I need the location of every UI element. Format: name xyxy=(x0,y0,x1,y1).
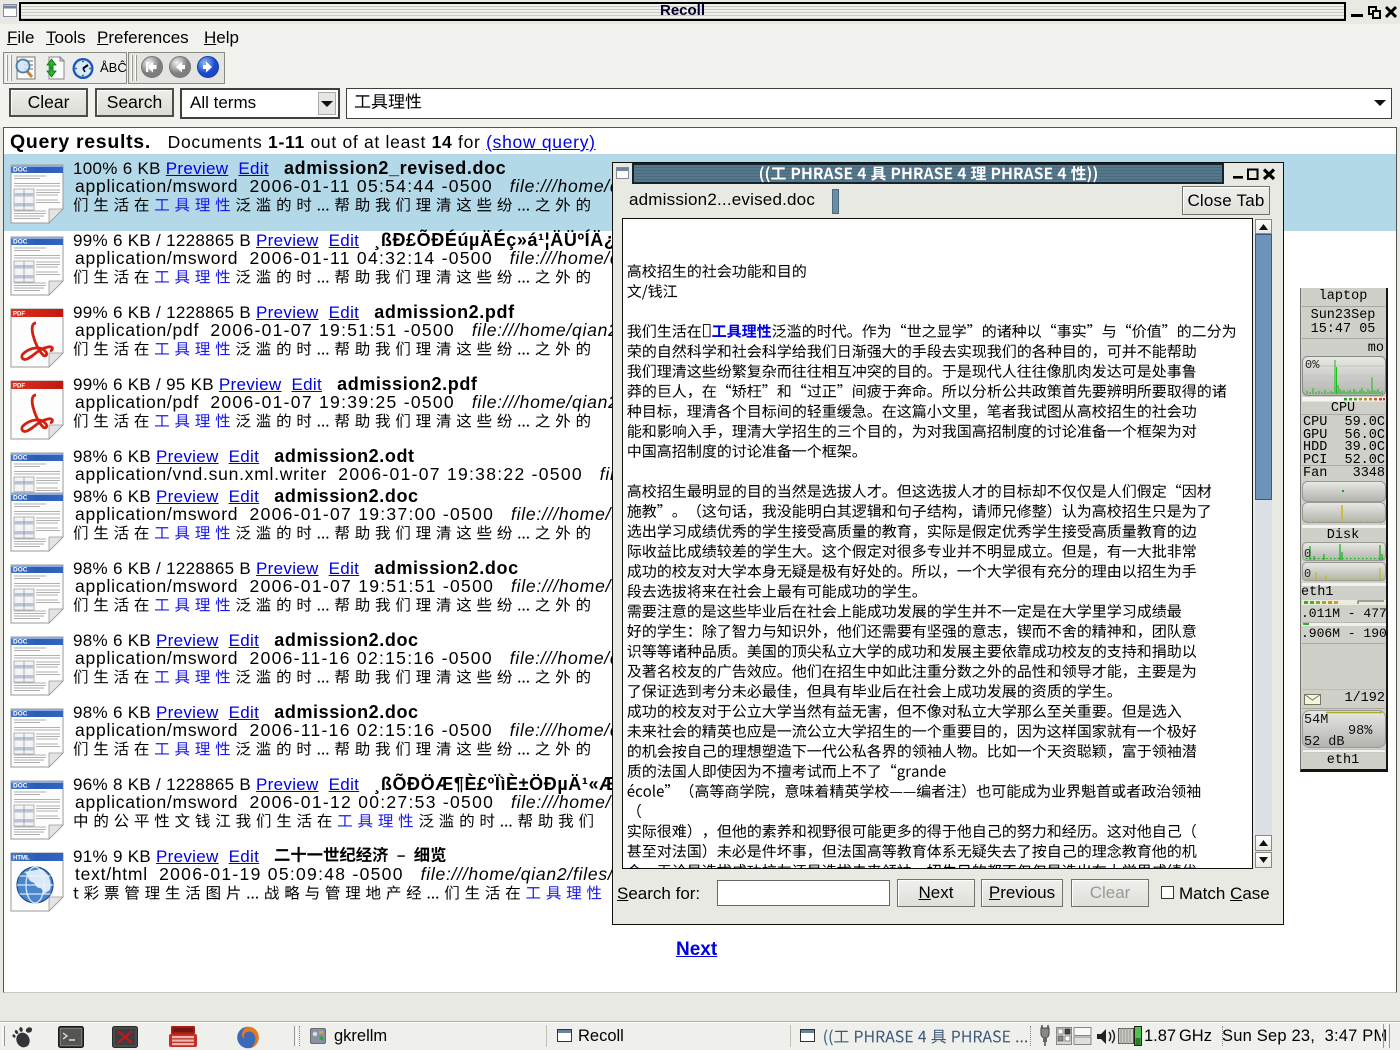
svg-text:98%: 98% xyxy=(1348,724,1373,739)
svg-text:0%: 0% xyxy=(1305,358,1320,372)
svg-text:54M: 54M xyxy=(1304,713,1328,728)
svg-text:0: 0 xyxy=(1304,567,1311,581)
svg-text:52 dB: 52 dB xyxy=(1304,735,1345,748)
svg-text:0: 0 xyxy=(1304,547,1311,561)
